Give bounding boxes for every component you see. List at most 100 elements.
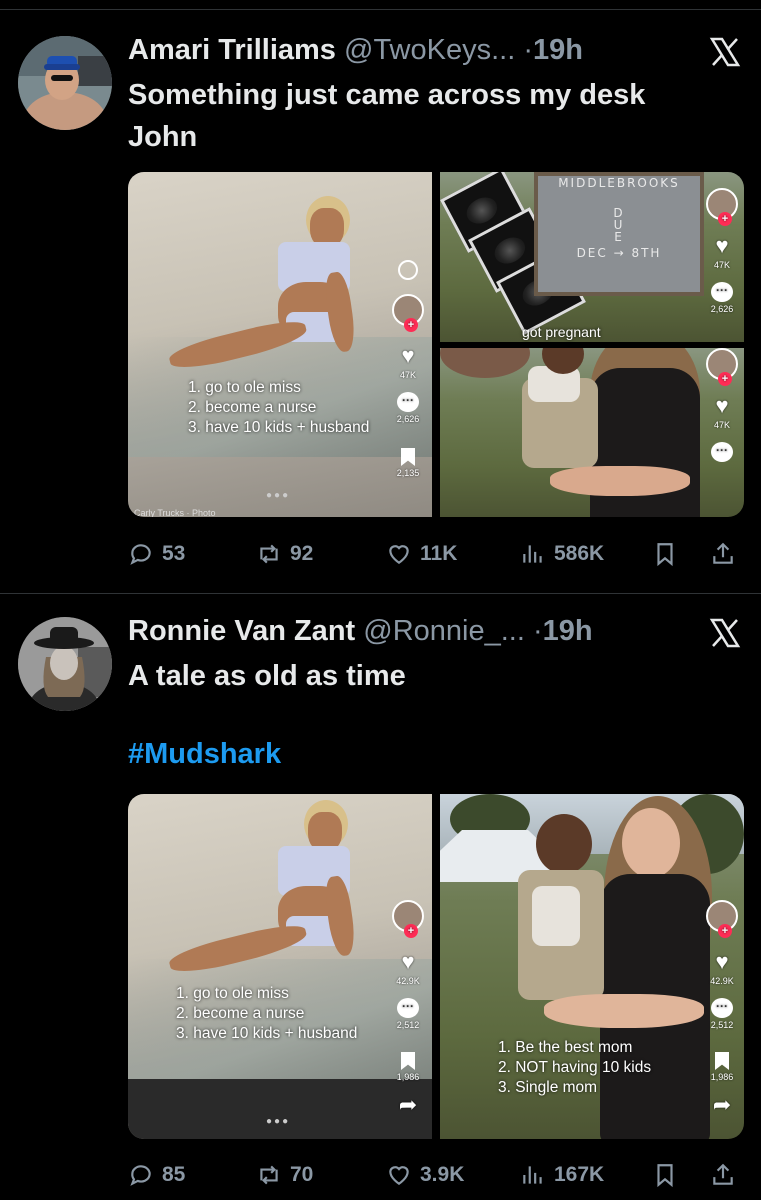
avatar[interactable] xyxy=(18,36,112,130)
tweet-text: A tale as old as time xyxy=(128,655,728,697)
follow-plus-icon: + xyxy=(718,372,732,386)
tiktok-bookmark-icon xyxy=(715,1052,729,1070)
building-backdrop xyxy=(440,348,530,378)
tiktok-creator-avatar: + xyxy=(392,294,424,332)
reply-icon xyxy=(130,1165,151,1186)
media-grid[interactable]: 1. go to ole miss 2. become a nurse 3. h… xyxy=(128,172,744,517)
tiktok-heart-icon: ♥ xyxy=(715,393,729,418)
reply-button[interactable]: 85 xyxy=(128,1155,185,1195)
photo-face xyxy=(622,808,680,878)
letterboard-line: MIDDLEBROOKS xyxy=(558,176,680,190)
photo-arm xyxy=(544,994,704,1028)
tiktok-heart-icon: ♥ xyxy=(401,949,415,974)
media-photo-announcement[interactable]: MIDDLEBROOKS D U E DEC → 8TH got pregnan… xyxy=(440,172,744,342)
tiktok-creator-avatar: + xyxy=(706,188,738,226)
photo-tag: Carly Trucks · Photo xyxy=(134,508,216,517)
display-name[interactable]: Ronnie Van Zant xyxy=(128,615,355,647)
tiktok-like-count: 42.9K xyxy=(396,976,420,986)
repost-icon xyxy=(260,544,278,564)
media-photo-mother-child[interactable]: + ♥ 47K ··· xyxy=(440,348,744,517)
tiktok-comment-icon: ··· xyxy=(397,998,419,1018)
repost-button[interactable]: 70 xyxy=(256,1155,313,1195)
letterboard-line: E xyxy=(614,230,624,244)
tiktok-bookmark-icon xyxy=(401,1052,415,1070)
photo-caption: got pregnant xyxy=(522,324,601,340)
bookmark-button[interactable] xyxy=(652,1155,678,1195)
media-photo-mother-child[interactable]: 1. Be the best mom 2. NOT having 10 kids… xyxy=(440,794,744,1139)
tiktok-comment-count: 2,512 xyxy=(710,1020,734,1030)
tweet-header: Ronnie Van Zant @Ronnie_... ·19h xyxy=(128,615,593,648)
heart-icon xyxy=(389,545,409,564)
photo-child-head xyxy=(536,814,592,874)
photo-arm xyxy=(550,466,690,496)
tweet-text: Something just came across my desk John xyxy=(128,74,728,158)
overlay-list: 1. Be the best mom 2. NOT having 10 kids… xyxy=(498,1038,651,1098)
repost-count: 92 xyxy=(290,542,314,565)
like-button[interactable]: 11K xyxy=(386,534,457,574)
tiktok-like-count: 47K xyxy=(399,370,416,380)
x-logo-icon[interactable] xyxy=(709,617,741,649)
tweet-actions: 53 92 11K 586K xyxy=(128,534,744,574)
x-logo-icon[interactable] xyxy=(709,36,741,68)
timestamp[interactable]: 19h xyxy=(543,615,593,647)
bookmark-button[interactable] xyxy=(652,534,678,574)
views-count: 167K xyxy=(554,1163,605,1186)
reply-icon xyxy=(130,544,151,565)
share-button[interactable] xyxy=(710,534,736,574)
share-button[interactable] xyxy=(710,1155,736,1195)
overlay-list-item: 3. have 10 kids + husband xyxy=(176,1025,358,1042)
like-count: 3.9K xyxy=(420,1163,465,1186)
media-photo-beach[interactable]: 1. go to ole miss 2. become a nurse 3. h… xyxy=(128,172,432,517)
bookmark-icon xyxy=(657,1164,673,1188)
overlay-list: 1. go to ole miss 2. become a nurse 3. h… xyxy=(188,378,369,438)
tweet-1[interactable]: Amari Trilliams @TwoKeys... ·19h Somethi… xyxy=(0,10,761,594)
tiktok-share-icon: ➦ xyxy=(712,1092,732,1117)
tiktok-save-count: 2,135 xyxy=(396,468,420,478)
bookmark-icon xyxy=(657,543,673,567)
avatar[interactable] xyxy=(18,617,112,711)
views-icon xyxy=(523,1166,542,1184)
letterboard: MIDDLEBROOKS D U E DEC → 8TH xyxy=(534,172,704,296)
like-button[interactable]: 3.9K xyxy=(386,1155,464,1195)
tiktok-save-count: 1,986 xyxy=(710,1072,734,1082)
hashtag-link[interactable]: #Mudshark xyxy=(128,738,281,771)
views-count: 586K xyxy=(554,542,605,565)
timestamp[interactable]: 19h xyxy=(533,34,583,66)
views-button[interactable]: 167K xyxy=(520,1155,604,1195)
separator-dot: · xyxy=(532,615,543,647)
overlay-list-item: 2. NOT having 10 kids xyxy=(498,1059,652,1076)
views-icon xyxy=(523,545,542,563)
tiktok-like-count: 42.9K xyxy=(710,976,734,986)
tweet-text-line: Something just came across my desk xyxy=(128,79,646,111)
heart-icon xyxy=(389,1166,409,1185)
repost-count: 70 xyxy=(290,1163,314,1186)
tweet-text-line: A tale as old as time xyxy=(128,660,406,692)
overlay-list: 1. go to ole miss 2. become a nurse 3. h… xyxy=(176,984,357,1044)
tweet-2[interactable]: Ronnie Van Zant @Ronnie_... ·19h A tale … xyxy=(0,595,761,1200)
repost-button[interactable]: 92 xyxy=(256,534,313,574)
display-name[interactable]: Amari Trilliams xyxy=(128,34,336,66)
tiktok-side-icons: + ♥ 47K ··· 2,626 xyxy=(704,188,740,314)
user-handle[interactable]: @Ronnie_... xyxy=(363,615,525,647)
views-button[interactable]: 586K xyxy=(520,534,604,574)
user-handle[interactable]: @TwoKeys... xyxy=(344,34,515,66)
overlay-list-item: 1. go to ole miss xyxy=(188,379,301,396)
tiktok-search-icon xyxy=(398,260,418,280)
overlay-list-item: 1. Be the best mom xyxy=(498,1039,633,1056)
tiktok-save-count: 1,986 xyxy=(396,1072,420,1082)
carousel-dots: ●●● xyxy=(266,1116,291,1127)
reply-count: 85 xyxy=(162,1163,186,1186)
reply-button[interactable]: 53 xyxy=(128,534,185,574)
tiktok-creator-avatar: + xyxy=(706,900,738,938)
tweet-actions: 85 70 3.9K 167K xyxy=(128,1155,744,1195)
overlay-list-item: 3. Single mom xyxy=(498,1079,598,1096)
tiktok-like-count: 47K xyxy=(713,260,730,270)
share-icon xyxy=(713,542,733,564)
tiktok-heart-icon: ♥ xyxy=(715,233,729,258)
tiktok-comment-icon: ··· xyxy=(397,392,419,412)
tiktok-comment-icon: ··· xyxy=(711,998,733,1018)
media-photo-beach[interactable]: 1. go to ole miss 2. become a nurse 3. h… xyxy=(128,794,432,1139)
media-grid[interactable]: 1. go to ole miss 2. become a nurse 3. h… xyxy=(128,794,744,1139)
tiktok-bookmark-icon xyxy=(401,448,415,466)
reply-count: 53 xyxy=(162,542,186,565)
